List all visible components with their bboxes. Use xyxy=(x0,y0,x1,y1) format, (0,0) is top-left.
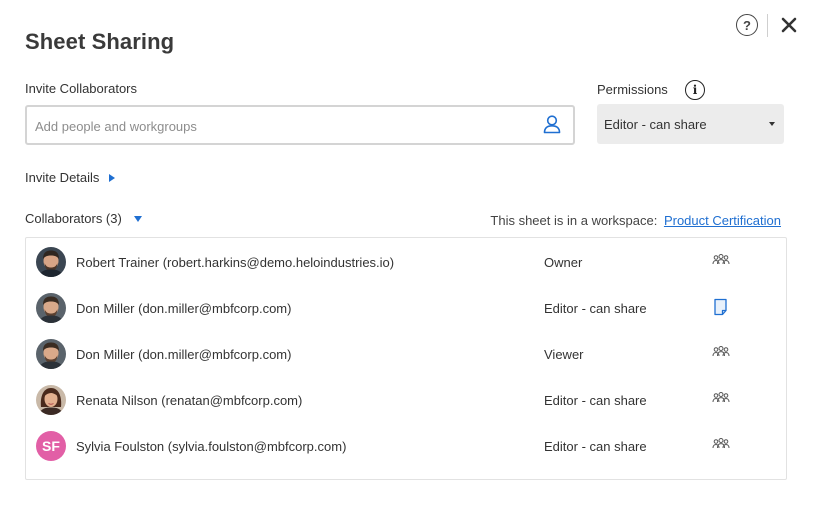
avatar xyxy=(36,385,66,415)
collapse-arrow-icon xyxy=(133,215,142,222)
group-icon xyxy=(712,436,730,454)
collaborator-role[interactable]: Owner xyxy=(544,255,582,270)
collaborators-toggle[interactable]: Collaborators (3) xyxy=(25,211,142,226)
avatar xyxy=(36,293,66,323)
invite-details-label: Invite Details xyxy=(25,170,100,185)
collaborator-role[interactable]: Viewer xyxy=(544,347,584,362)
permissions-select-value: Editor - can share xyxy=(604,117,707,132)
expand-arrow-icon xyxy=(109,173,116,182)
invite-input-container xyxy=(25,105,575,145)
collaborator-name: Robert Trainer (robert.harkins@demo.helo… xyxy=(76,255,395,270)
header-divider xyxy=(767,14,768,37)
collaborator-row: SF Sylvia Foulston (sylvia.foulston@mbfc… xyxy=(26,423,786,469)
collaborator-role[interactable]: Editor - can share xyxy=(544,301,647,316)
collaborator-row: Robert Trainer (robert.harkins@demo.helo… xyxy=(26,239,786,285)
collaborator-name: Don Miller (don.miller@mbfcorp.com) xyxy=(76,347,292,362)
avatar xyxy=(36,339,66,369)
collaborator-name: Renata Nilson (renatan@mbfcorp.com) xyxy=(76,393,303,408)
collaborator-row: Renata Nilson (renatan@mbfcorp.com) Edit… xyxy=(26,377,786,423)
dialog-title: Sheet Sharing xyxy=(25,29,175,54)
avatar: SF xyxy=(36,431,66,461)
caret-down-icon xyxy=(769,122,775,126)
collaborator-name: Don Miller (don.miller@mbfcorp.com) xyxy=(76,301,292,316)
invite-details-toggle[interactable]: Invite Details xyxy=(25,170,116,185)
permissions-label: Permissions xyxy=(597,82,668,97)
avatar xyxy=(36,247,66,277)
close-icon[interactable] xyxy=(779,14,799,36)
help-icon[interactable]: ? xyxy=(736,14,758,36)
invite-input[interactable] xyxy=(35,116,535,136)
group-icon xyxy=(712,344,730,362)
collaborator-name: Sylvia Foulston (sylvia.foulston@mbfcorp… xyxy=(76,439,347,454)
workspace-link[interactable]: Product Certification xyxy=(664,213,781,228)
group-icon xyxy=(712,252,730,270)
invite-collaborators-label: Invite Collaborators xyxy=(25,81,137,96)
info-icon[interactable]: i xyxy=(685,80,705,100)
workspace-note: This sheet is in a workspace: Product Ce… xyxy=(490,213,781,228)
person-icon[interactable] xyxy=(543,114,561,136)
collaborator-row: Don Miller (don.miller@mbfcorp.com) Edit… xyxy=(26,285,786,331)
collaborator-role[interactable]: Editor - can share xyxy=(544,393,647,408)
collaborators-list: Robert Trainer (robert.harkins@demo.helo… xyxy=(25,237,787,480)
sheet-sharing-dialog: Sheet Sharing ? Invite Collaborators Per… xyxy=(0,0,814,511)
collaborator-role[interactable]: Editor - can share xyxy=(544,439,647,454)
sheet-icon xyxy=(712,298,730,316)
collaborator-row: Don Miller (don.miller@mbfcorp.com) View… xyxy=(26,331,786,377)
group-icon xyxy=(712,390,730,408)
workspace-text: This sheet is in a workspace: xyxy=(490,213,658,228)
permissions-select[interactable]: Editor - can share xyxy=(597,104,784,144)
collaborators-header: Collaborators (3) xyxy=(25,211,122,226)
